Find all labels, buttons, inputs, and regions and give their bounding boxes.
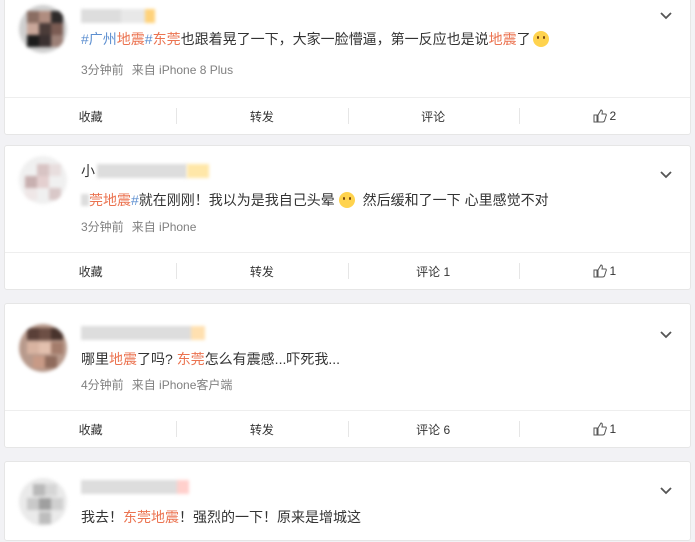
post-meta: 3分钟前 来自 iPhone 8 Plus xyxy=(81,61,241,78)
chevron-down-icon[interactable] xyxy=(658,7,674,23)
username[interactable] xyxy=(81,326,205,340)
action-bar: 收藏 转发 评论 6 1 xyxy=(5,410,690,447)
like-button[interactable]: 1 xyxy=(518,411,690,447)
post-meta: 4分钟前 来自 iPhone客户端 xyxy=(81,376,240,393)
comment-text: 哪里地震了吗? 东莞怎么有震感...吓死我... xyxy=(81,351,341,367)
repost-button[interactable]: 转发 xyxy=(176,98,347,134)
like-button[interactable]: 2 xyxy=(518,98,690,134)
action-bar: 收藏 转发 评论 2 xyxy=(5,97,690,134)
source: 来自 iPhone xyxy=(131,220,197,234)
avatar[interactable] xyxy=(19,5,67,53)
comment-button[interactable]: 评论 xyxy=(347,98,519,134)
thumbs-up-icon xyxy=(593,264,607,278)
repost-button[interactable]: 转发 xyxy=(176,253,347,289)
comment-text: 莞地震#就在刚刚！我以为是我自己头晕 然后缓和了一下 心里感觉不对 xyxy=(81,190,670,210)
like-button[interactable]: 1 xyxy=(518,253,690,289)
source: 来自 iPhone 8 Plus xyxy=(131,63,234,77)
action-bar: 收藏 转发 评论 1 1 xyxy=(5,252,690,289)
repost-button[interactable]: 转发 xyxy=(176,411,347,447)
thumbs-up-icon xyxy=(593,422,607,436)
comment-card: #广州地震#东莞也跟着晃了一下，大家一脸懵逼，第一反应也是说地震了 3分钟前 来自… xyxy=(4,0,691,135)
favorite-button[interactable]: 收藏 xyxy=(5,411,176,447)
smile-emoji-icon xyxy=(532,31,549,47)
source: 来自 iPhone客户端 xyxy=(131,378,233,392)
chevron-down-icon[interactable] xyxy=(658,326,674,342)
timestamp: 4分钟前 xyxy=(81,378,124,392)
post-meta: 3分钟前 来自 iPhone xyxy=(81,218,204,235)
chevron-down-icon[interactable] xyxy=(658,482,674,498)
avatar[interactable] xyxy=(19,324,67,372)
favorite-button[interactable]: 收藏 xyxy=(5,253,176,289)
comment-button[interactable]: 评论 1 xyxy=(347,253,519,289)
comment-card: 小 莞地震#就在刚刚！我以为是我自己头晕 然后缓和了一下 心里感觉不对 3分钟前… xyxy=(4,145,691,290)
comment-button[interactable]: 评论 6 xyxy=(347,411,519,447)
chevron-down-icon[interactable] xyxy=(658,166,674,182)
timestamp: 3分钟前 xyxy=(81,63,124,77)
smile-emoji-icon xyxy=(338,192,355,208)
favorite-button[interactable]: 收藏 xyxy=(5,98,176,134)
comment-text: #广州地震#东莞也跟着晃了一下，大家一脸懵逼，第一反应也是说地震了 xyxy=(81,29,670,49)
comment-card: 哪里地震了吗? 东莞怎么有震感...吓死我... 4分钟前 来自 iPhone客户… xyxy=(4,303,691,448)
username[interactable] xyxy=(81,9,155,23)
username[interactable] xyxy=(81,480,189,494)
comment-card: 我去！东莞地震！强烈的一下！原来是增城这 xyxy=(4,461,691,541)
comment-text: 我去！东莞地震！强烈的一下！原来是增城这 xyxy=(81,509,361,525)
avatar[interactable] xyxy=(19,156,67,204)
timestamp: 3分钟前 xyxy=(81,220,124,234)
avatar[interactable] xyxy=(19,478,67,526)
username[interactable]: 小 xyxy=(81,163,209,179)
thumbs-up-icon xyxy=(593,109,607,123)
